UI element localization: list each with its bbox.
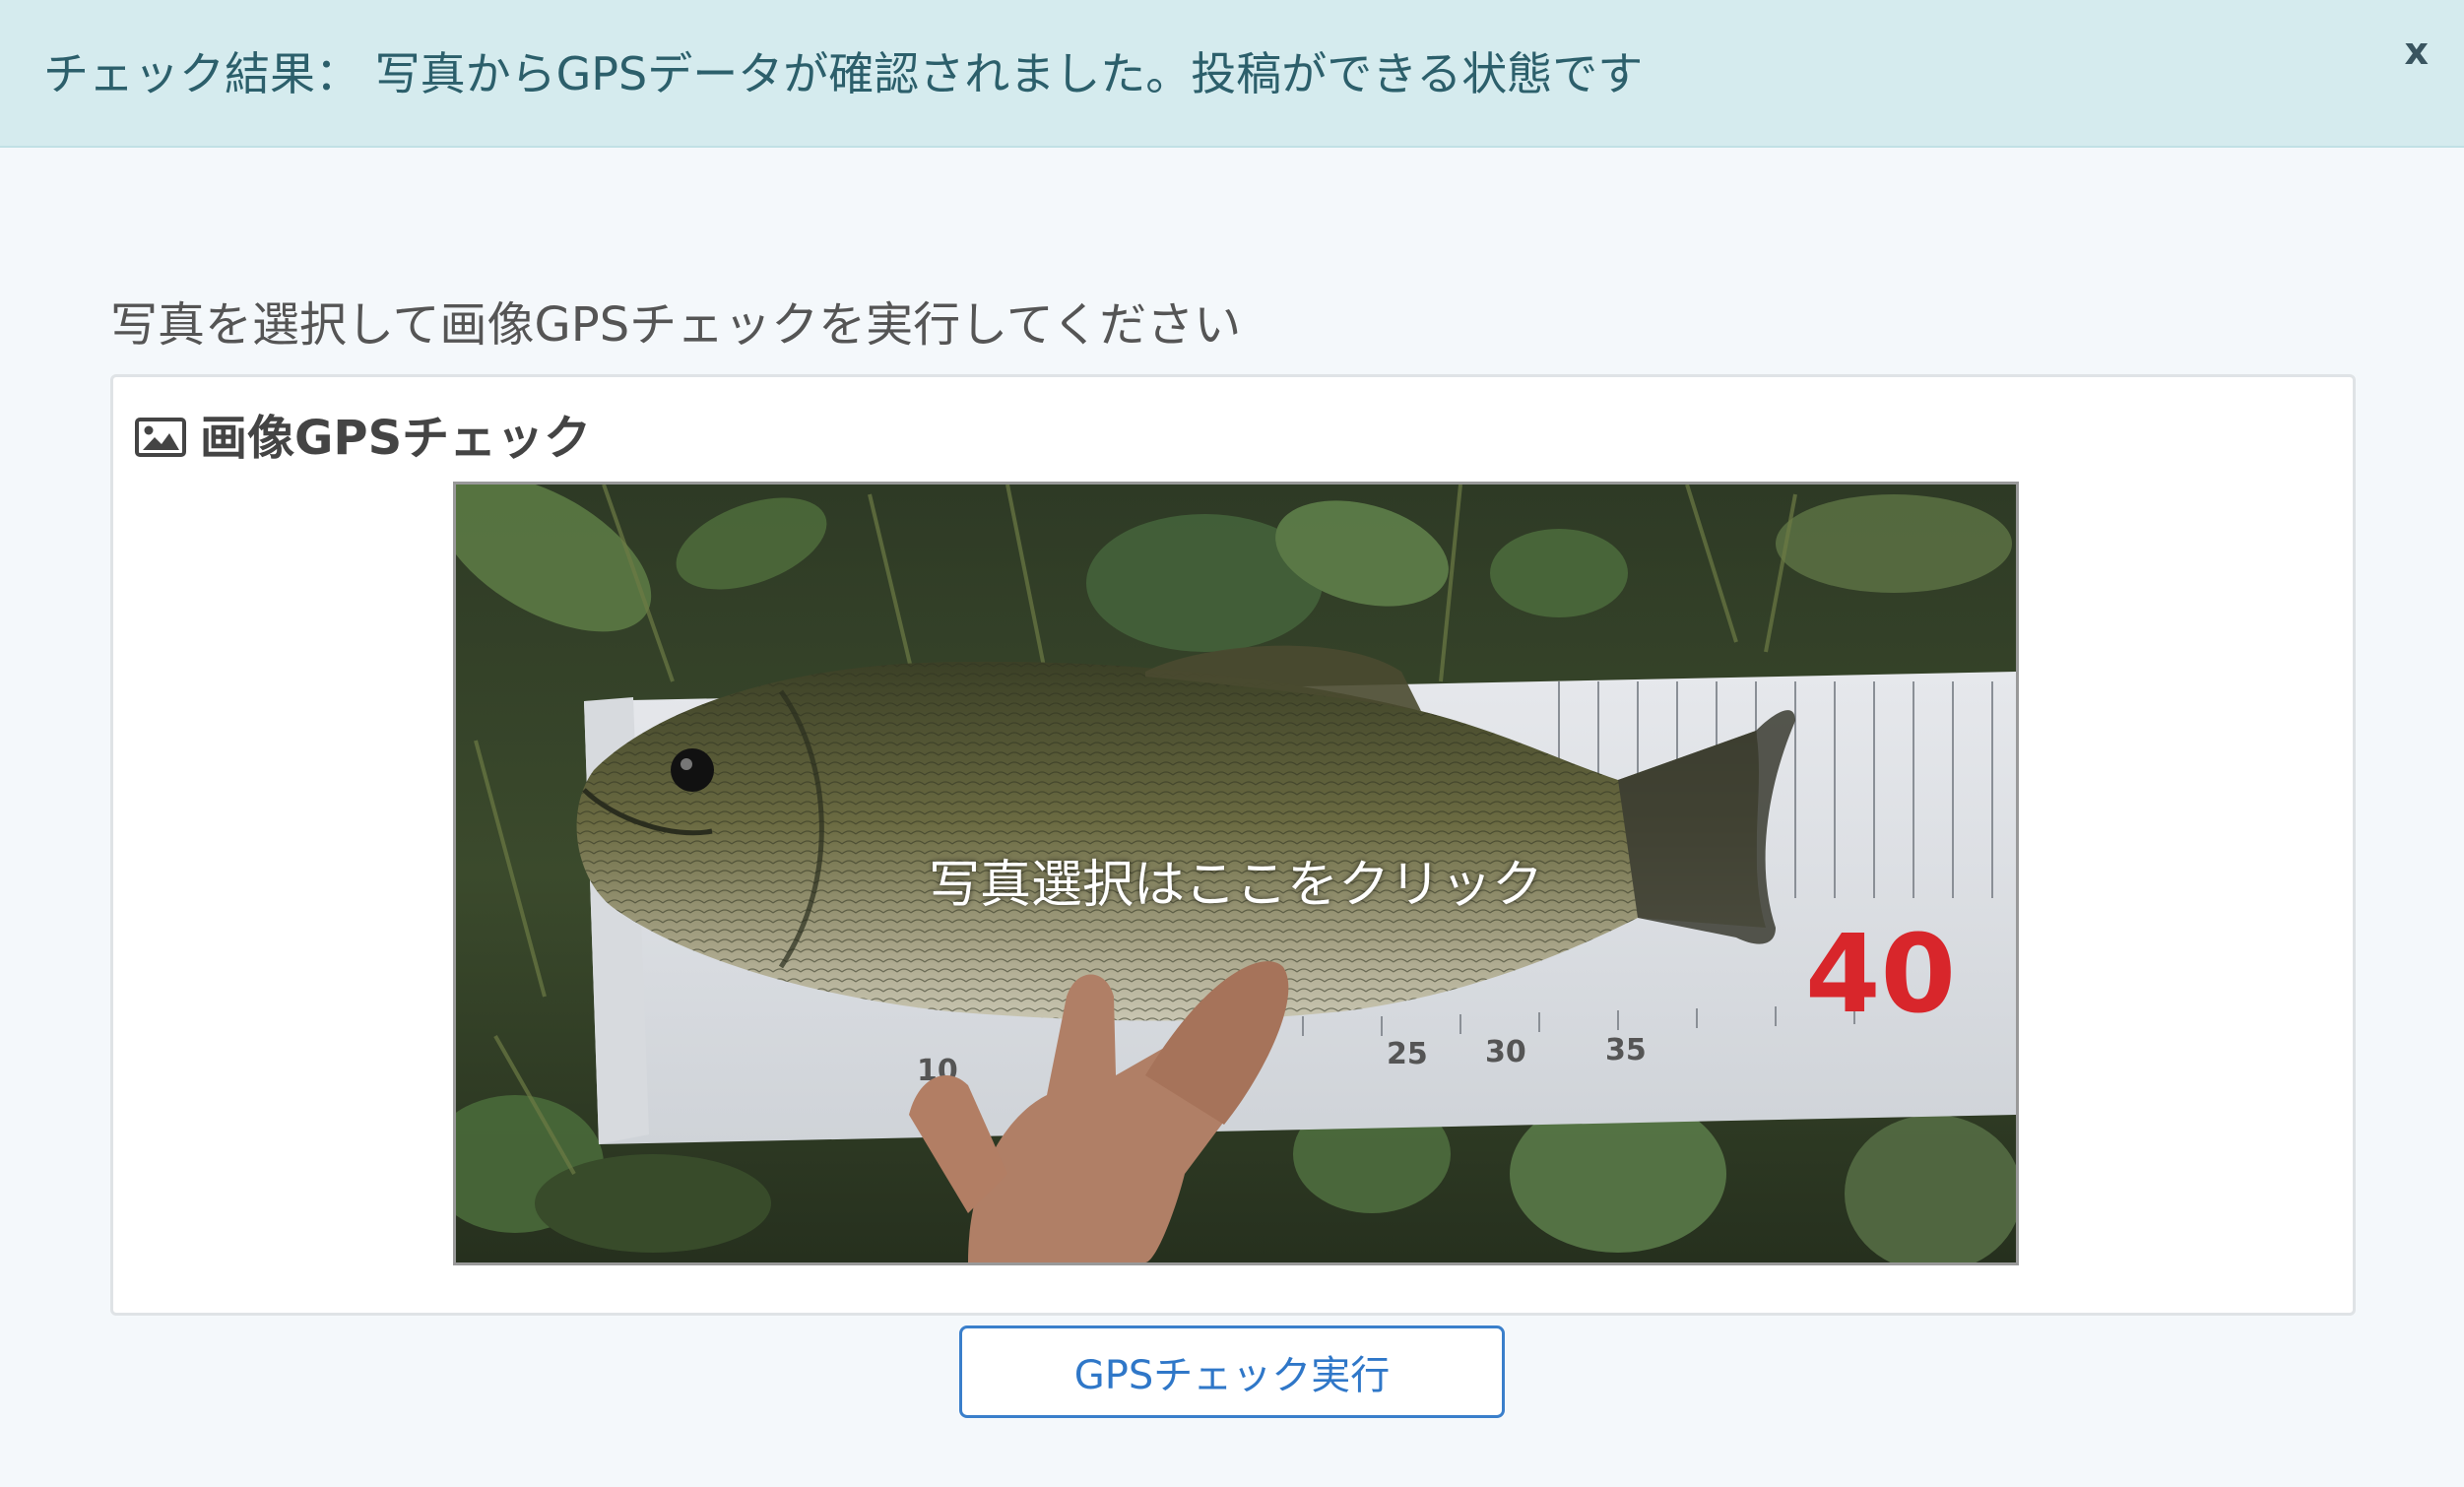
ruler-label-40: 40 [1805,911,1956,1037]
photo-select-area[interactable]: 40 10 25 30 35 写真選択はここをクリック [453,482,2019,1265]
panel-title: 画像GPSチェック [135,399,591,468]
alert-message: チェック結果： 写真からGPSデータが確認されました。投稿ができる状態です [43,47,1644,100]
close-alert-button[interactable]: x [2404,0,2429,102]
instruction-text: 写真を選択して画像GPSチェックを実行してください [110,297,1242,353]
ruler-label-25: 25 [1387,1037,1428,1071]
fish-photo: 40 10 25 30 35 [456,485,2016,1262]
ruler-label-30: 30 [1485,1035,1526,1069]
gps-check-run-button[interactable]: GPSチェック実行 [959,1325,1505,1418]
gps-check-result-alert: チェック結果： 写真からGPSデータが確認されました。投稿ができる状態です x [0,0,2464,148]
panel-title-text: 画像GPSチェック [200,411,592,466]
image-icon [135,414,186,457]
gps-check-panel: 画像GPSチェック 40 10 25 30 35 写真選択はここをクリック [110,374,2356,1316]
ruler-label-35: 35 [1605,1033,1647,1067]
